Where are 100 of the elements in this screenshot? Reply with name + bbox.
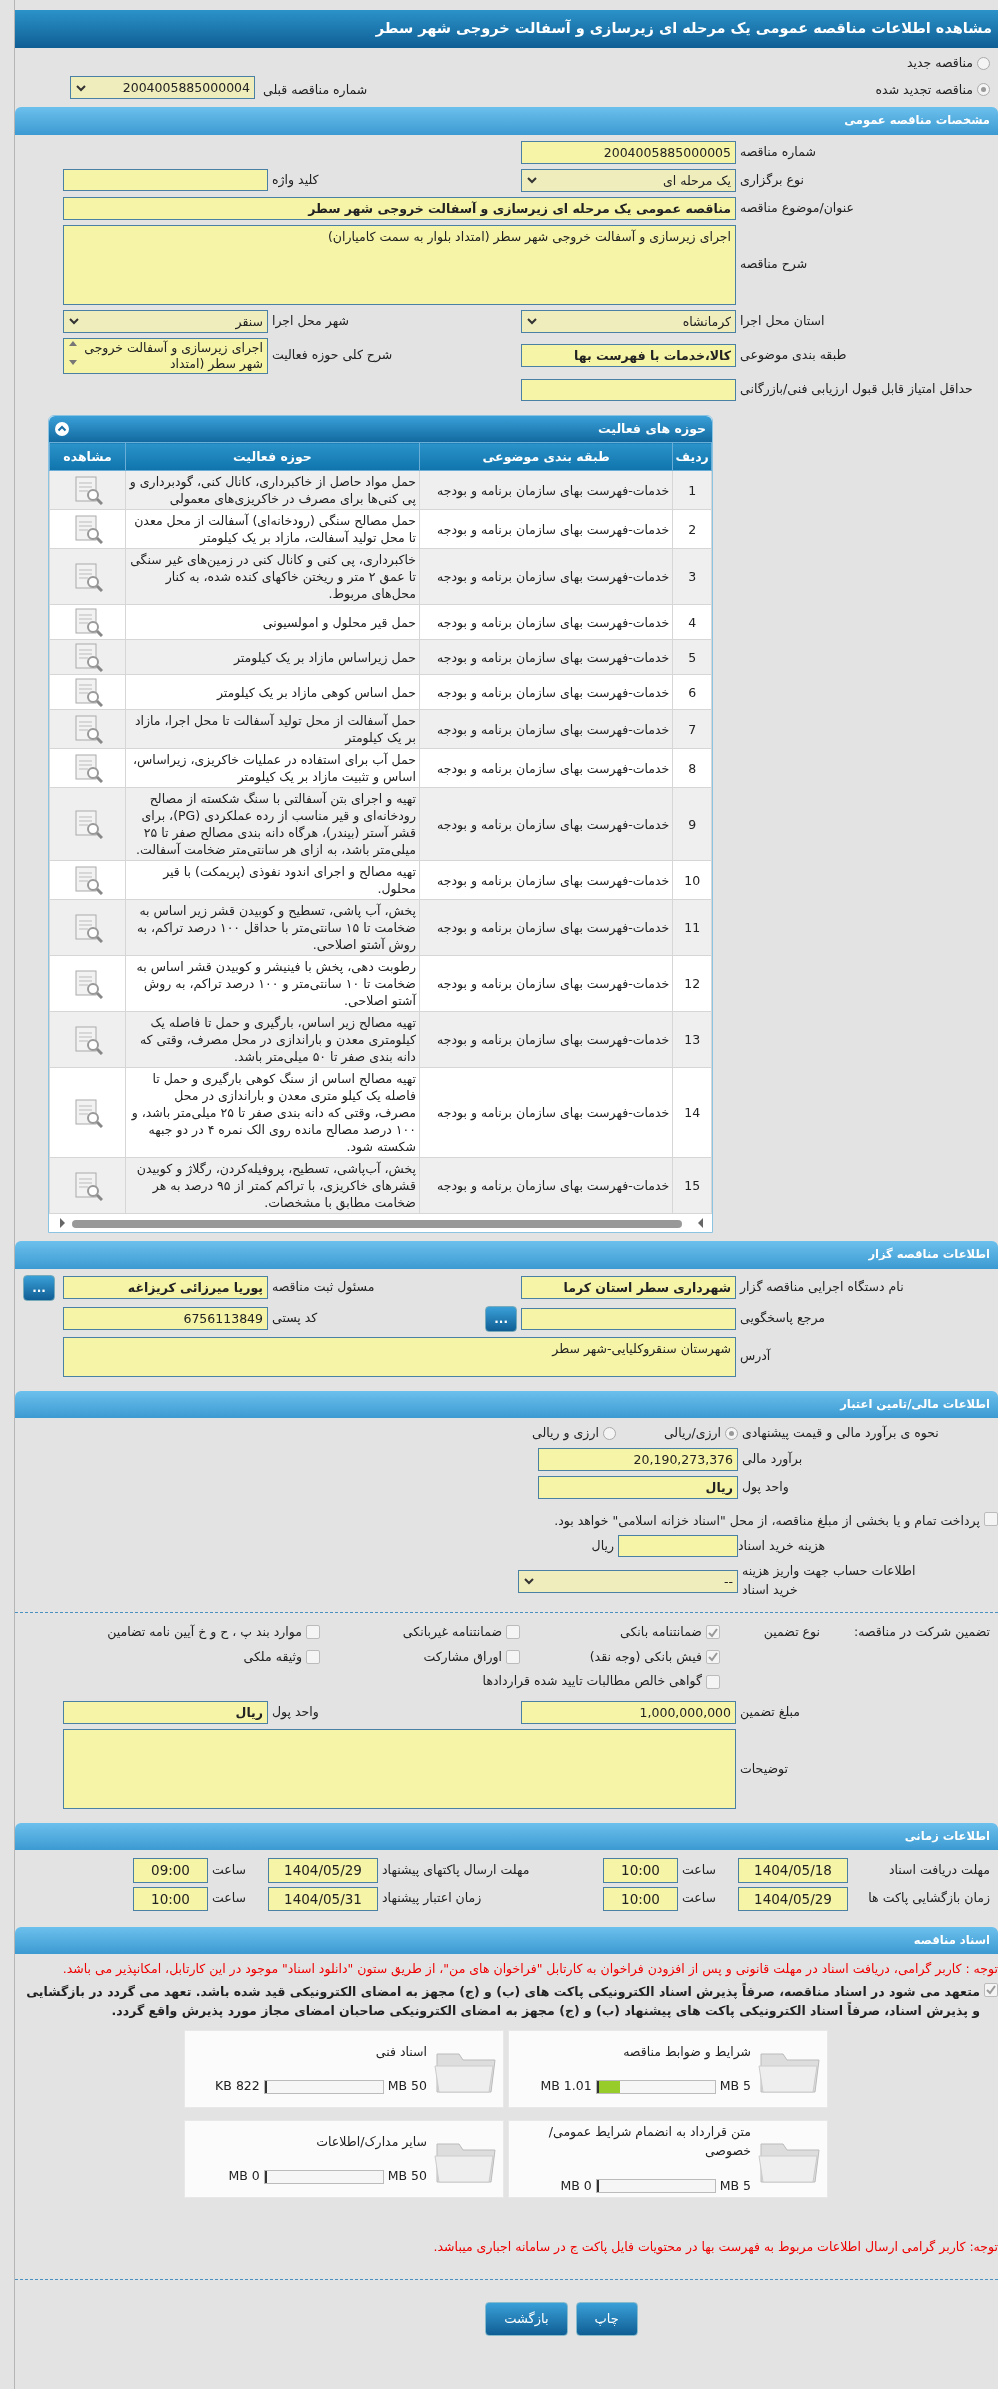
date-field[interactable]: 1404/05/18 [738,1858,848,1883]
checkbox-label: موارد بند پ ، ح و خ آیین نامه تضامین [107,1622,302,1642]
view-document-icon[interactable] [72,714,103,745]
view-document-icon[interactable] [72,968,103,999]
text-field[interactable]: 20,190,273,376 [538,1447,738,1471]
text-field[interactable] [521,1307,736,1330]
section-header: اطلاعات زمانی [15,1823,998,1851]
check-icon [707,1651,719,1663]
table-cell: خدمات-فهرست بهای سازمان برنامه و بودجه [419,604,673,640]
view-document-icon[interactable] [72,642,103,673]
action-button[interactable]: چاپ [575,2302,638,2336]
table-cell: خدمات-فهرست بهای سازمان برنامه و بودجه [419,748,673,788]
more-button[interactable]: ... [485,1305,517,1332]
field-label: استان محل اجرا [739,311,826,331]
view-document-icon[interactable] [72,1024,103,1055]
field-label: کد پستی [271,1309,319,1328]
view-document-icon[interactable] [72,809,103,840]
radio-button[interactable] [977,83,990,97]
text-field[interactable] [63,169,268,191]
size-limit: 50 MB [387,2167,427,2186]
field-label: مرجع پاسخگویی [739,1309,827,1328]
text-area[interactable] [63,1729,736,1809]
table-cell: 13 [672,1011,712,1068]
text-field[interactable]: ریال [63,1701,268,1724]
collapse-icon[interactable] [55,421,69,436]
checkbox[interactable] [506,1649,520,1664]
text-field[interactable]: مناقصه عمومی یک مرحله ای زیرسازی و آسفالت خروجی شهر سطر [63,196,736,220]
table-cell: خدمات-فهرست بهای سازمان برنامه و بودجه [419,709,673,749]
radio-button[interactable] [725,1426,738,1440]
view-document-icon[interactable] [72,1170,103,1201]
checkbox[interactable] [506,1625,520,1640]
date-field[interactable]: 1404/05/31 [268,1886,378,1911]
view-document-icon[interactable] [72,1097,103,1128]
dropdown[interactable]: -- [518,1569,738,1593]
table-cell: 11 [672,899,712,956]
text-field[interactable] [618,1535,738,1558]
time-field[interactable]: 10:00 [603,1886,678,1911]
field-label: نحوه ی برآورد مالی و قیمت پیشنهادی [741,1423,940,1443]
view-document-icon[interactable] [72,677,103,708]
caret-icon [526,175,538,185]
field-label: ساعت [211,1889,247,1908]
view-document-icon[interactable] [72,912,103,943]
time-field[interactable]: 10:00 [603,1858,678,1883]
dropdown[interactable]: سنقر [63,309,268,333]
checkbox[interactable] [706,1649,720,1664]
dropdown[interactable]: 2004005885000004 [70,76,255,100]
checkbox-label: پرداخت تمام و یا بخشی از مبلغ مناقصه، از محل "اسناد خزانه اسلامی" خواهد بود. [554,1511,980,1531]
text-field[interactable]: 1,000,000,000 [521,1701,736,1724]
table-cell: خدمات-فهرست بهای سازمان برنامه و بودجه [419,639,673,675]
date-field[interactable]: 1404/05/29 [268,1858,378,1883]
radio-button[interactable] [977,56,990,70]
view-document-icon[interactable] [72,475,103,506]
text-field[interactable]: شهرداری سطر استان کرما [521,1276,736,1299]
checkbox-label: گواهی خالص مطالبات تایید شده قراردادها [482,1672,702,1691]
caret-icon [523,1576,535,1586]
date-field[interactable]: 1404/05/29 [738,1886,848,1911]
view-document-icon[interactable] [72,607,103,638]
text-field[interactable]: ریال [538,1475,738,1499]
field-label: نام دستگاه اجرایی مناقصه گزار [738,1278,905,1297]
checkbox[interactable] [706,1625,720,1640]
field-label: اطلاعات حساب جهت واریز هزینه خرید اسناد [741,1562,917,1599]
text-area[interactable]: اجرای زیرسازی و آسفالت خروجی شهر سطر (امتداد بلوار به سمت کامیاران) [63,224,736,305]
radio-button[interactable] [602,1426,616,1440]
field-label: مهلت ارسال پاکتهای پیشنهاد [381,1861,531,1879]
text-field[interactable]: 6756113849 [63,1307,268,1330]
more-button[interactable]: ... [23,1274,55,1301]
text-area[interactable]: شهرستان سنقروکلیایی-شهر سطر [63,1336,736,1377]
table-cell: خاکبرداری، پی کنی و کانال کنی در زمین‌های غیر سنگی تا عمق ۲ متر و ریختن خاکهای کنده شده، به کنار محل‌های مربوط. [125,548,420,605]
list-box[interactable]: اجرای زیرسازی و آسفالت خروجی شهر سطر (امتداد [63,337,268,374]
pledge-text: متعهد می شود در اسناد مناقصه، صرفاً پذیرش اسناد الکترونیکی پاکت های (ب) و (ج) مجهز به امضای الکترونیکی قید شده باشد. تعهد می گردد در بازگشایی و پذیرش اسناد، صرفاً اسناد الکترونیکی پاکت های پیشنهاد (ب) و (ج) مجهز به امضای الکترونیکی صاحبان امضای مجاز مورد پذیرش واقع گردد. [25,1982,980,2020]
view-document-icon[interactable] [72,514,103,545]
checkbox[interactable] [706,1674,720,1689]
text-field[interactable]: کالا،خدمات با فهرست بها [521,344,736,367]
view-document-icon[interactable] [72,561,103,592]
field-label: شرح مناقصه [739,255,809,274]
table-cell: تهیه و اجرای بتن آسفالتی با سنگ شکسته از مصالح رودخانه‌ای و قیر مناسب از رده عملکردی (PG)، برای قشر آستر (بیندر)، هرگاه دانه بندی مصالح صفر تا ۲۵ میلی‌متر باشد، به ازای هر سانتی‌متر ضخامت آسفالت. [125,787,420,861]
action-button[interactable]: بازگشت [485,2302,568,2336]
checkbox[interactable] [984,1982,998,1997]
time-field[interactable]: 09:00 [133,1858,208,1883]
file-title: متن قرارداد به انضمام شرایط عمومی/خصوصی [547,2123,751,2161]
view-document-icon[interactable] [72,753,103,784]
dropdown[interactable]: یک مرحله ای [521,168,736,192]
table-cell: 4 [672,604,712,640]
text-field[interactable]: پوریا میرزائی کریزاغه [63,1276,268,1299]
field-label: شماره مناقصه قبلی [263,80,368,100]
caret-icon [526,316,538,326]
checkbox[interactable] [306,1625,320,1640]
table-cell: خدمات-فهرست بهای سازمان برنامه و بودجه [419,1157,673,1214]
text-field[interactable] [521,378,736,401]
table-cell: حمل آسفالت از محل تولید آسفالت تا محل اجرا، مازاد بر یک کیلومتر [125,709,420,749]
dropdown[interactable]: کرمانشاه [521,309,736,333]
field-label: آدرس [739,1347,772,1366]
table-cell: پخش، آب پاشی، تسطیح و کوبیدن قشر زیر اساس به ضخامت تا ۱۵ سانتی‌متر با حداقل ۱۰۰ درصد تراکم، به روش آشتو اصلاحی. [125,899,420,956]
checkbox[interactable] [306,1649,320,1664]
time-field[interactable]: 10:00 [133,1886,208,1911]
view-document-icon[interactable] [72,865,103,896]
field-label: مبلغ تضمین [739,1703,802,1722]
file-size: 0 MB [228,2167,260,2186]
text-field[interactable]: 2004005885000005 [521,140,736,164]
checkbox[interactable] [984,1511,998,1526]
